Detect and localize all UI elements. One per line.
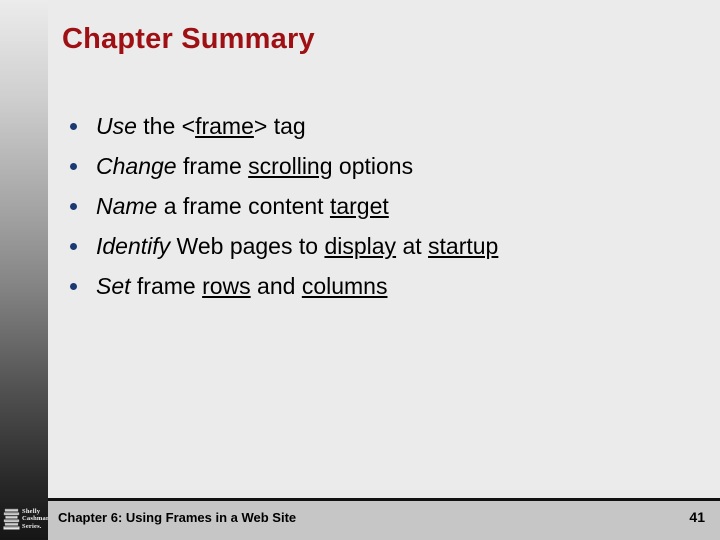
stacked-books-icon xyxy=(3,508,20,530)
bullet-dot-icon xyxy=(70,163,77,170)
bullet-text-fragment: Identify xyxy=(96,233,171,259)
bullet-text-fragment: at xyxy=(396,233,429,259)
footer-chapter-label: Chapter 6: Using Frames in a Web Site xyxy=(58,510,297,525)
logo-line-shelly: Shelly xyxy=(22,507,41,515)
bullet-name-target: Name a frame content target xyxy=(60,186,700,226)
bullet-text-fragment: > tag xyxy=(253,113,306,139)
bullet-dot-icon xyxy=(70,243,77,250)
logo-line-cashman: Cashman xyxy=(22,515,50,523)
bullet-text-fragment: frame xyxy=(176,153,249,179)
bullet-text-fragment: a frame content xyxy=(157,193,330,219)
bullet-use-frame-tag: Use the <frame> tag xyxy=(60,106,700,146)
bullet-text-fragment: Use xyxy=(96,113,137,139)
left-gradient-bar xyxy=(0,0,48,540)
bullet-change-scrolling: Change frame scrolling options xyxy=(60,146,700,186)
bullet-text-fragment: frame xyxy=(195,113,254,139)
bullet-dot-icon xyxy=(70,123,77,130)
bullet-text-fragment: rows xyxy=(202,273,251,299)
page-title: Chapter Summary xyxy=(62,23,315,55)
bullet-dot-icon xyxy=(70,283,77,290)
bullet-text-fragment: display xyxy=(324,233,397,259)
bullet-set-rows-columns: Set frame rows and columns xyxy=(60,266,700,306)
bullet-text-fragment: the < xyxy=(136,113,196,139)
bullet-text-fragment: startup xyxy=(428,233,499,259)
bullet-text-fragment: columns xyxy=(301,273,388,299)
footer-bar: Chapter 6: Using Frames in a Web Site 41 xyxy=(48,498,720,540)
bullet-identify-display-startup: Identify Web pages to display at startup xyxy=(60,226,700,266)
shelly-cashman-logo: Shelly Cashman Series. xyxy=(0,498,50,540)
bullet-text-fragment: Change xyxy=(96,153,177,179)
bullet-dot-icon xyxy=(70,203,77,210)
summary-bullet-list: Use the <frame> tag Change frame scrollin… xyxy=(60,106,700,306)
bullet-text-fragment: Set xyxy=(96,273,131,299)
bullet-text-fragment: options xyxy=(332,153,414,179)
bullet-text-fragment: Name xyxy=(96,193,158,219)
slide-canvas: Chapter Summary Use the <frame> tag Chang… xyxy=(0,0,720,540)
logo-wordmark: Shelly Cashman Series. xyxy=(22,508,50,531)
bullet-text-fragment: target xyxy=(329,193,389,219)
bullet-text-fragment: and xyxy=(250,273,302,299)
slide-page-number: 41 xyxy=(689,509,705,525)
logo-line-series: Series. xyxy=(22,522,42,530)
bullet-text-fragment: scrolling xyxy=(248,153,333,179)
bullet-text-fragment: Web pages to xyxy=(170,233,325,259)
bullet-text-fragment: frame xyxy=(130,273,203,299)
